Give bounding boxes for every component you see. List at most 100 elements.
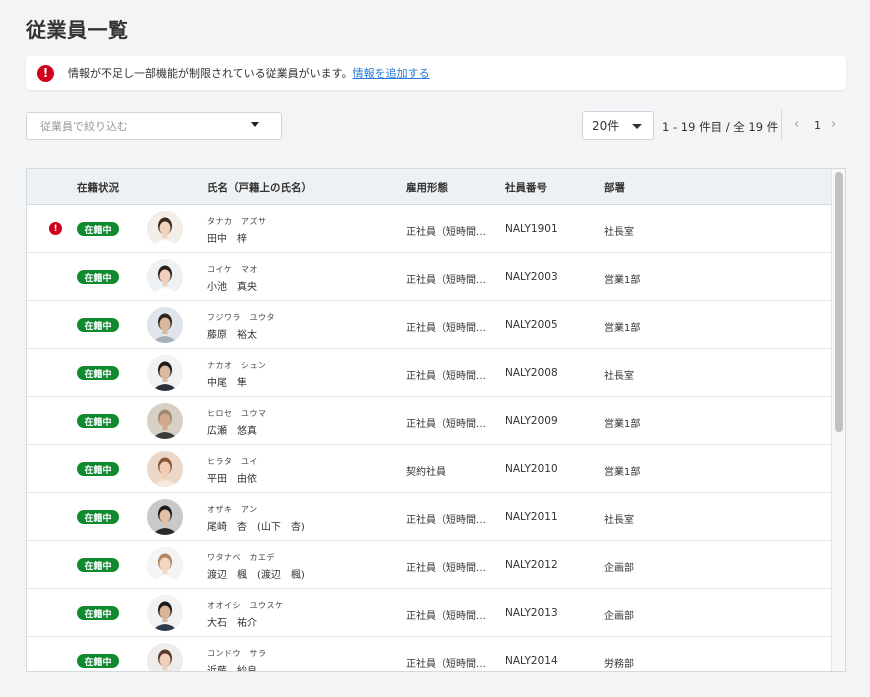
- table-row[interactable]: 在籍中 フジワラ ユウタ藤原 裕太 正社員（短時間… NALY2005 営業1部: [27, 301, 831, 349]
- result-range: 1 - 19 件目 / 全 19 件: [662, 120, 779, 134]
- prev-page-icon[interactable]: ‹: [794, 117, 799, 132]
- employee-name[interactable]: 小池 真央: [207, 278, 257, 293]
- name-kana: コンドウ サラ: [207, 649, 267, 658]
- name-kana: オザキ アン: [207, 505, 258, 514]
- employee-name[interactable]: 中尾 隼: [207, 374, 247, 389]
- department: 営業1部: [604, 275, 641, 286]
- next-page-icon[interactable]: ›: [831, 117, 836, 132]
- table-row[interactable]: 在籍中 ヒラタ ユイ 平田 由依 契約社員 NALY2010 営業1部: [27, 445, 831, 493]
- employee-name[interactable]: 大石 祐介: [207, 614, 257, 629]
- employee-table: 在籍状況 氏名（戸籍上の氏名） 雇用形態 社員番号 部署 ! 在籍中 タナカ アズ…: [26, 168, 846, 672]
- name-kana: ヒラタ ユイ: [207, 457, 258, 466]
- avatar[interactable]: [147, 259, 183, 295]
- status-badge: 在籍中: [77, 222, 119, 236]
- avatar[interactable]: [147, 403, 183, 439]
- page-title: 従業員一覧: [26, 18, 129, 42]
- department: 社長室: [604, 515, 634, 526]
- employee-number: NALY2014: [505, 655, 558, 667]
- alert-icon: !: [49, 222, 62, 235]
- table-header: 在籍状況 氏名（戸籍上の氏名） 雇用形態 社員番号 部署: [27, 169, 831, 205]
- employee-name[interactable]: 渡辺 楓 (渡辺 楓): [207, 566, 305, 581]
- table-row[interactable]: 在籍中 ワタナベ カエデ渡辺 楓 (渡辺 楓) 正社員（短時間… NALY2012 企…: [27, 541, 831, 589]
- department: 社長室: [604, 371, 634, 382]
- pager-divider: [781, 110, 782, 140]
- header-name[interactable]: 氏名（戸籍上の氏名）: [207, 180, 312, 195]
- department: 企画部: [604, 611, 634, 622]
- employee-name[interactable]: 近藤 紗良: [207, 662, 257, 671]
- scrollbar-thumb[interactable]: [835, 172, 843, 432]
- current-page[interactable]: 1: [814, 119, 821, 132]
- employment-type: 正社員（短時間…: [406, 659, 486, 670]
- name-kana: タナカ アズサ: [207, 217, 267, 226]
- employment-type: 正社員（短時間…: [406, 371, 486, 382]
- employment-type: 正社員（短時間…: [406, 515, 486, 526]
- header-employment-type[interactable]: 雇用形態: [406, 180, 448, 195]
- employee-name[interactable]: 平田 由依: [207, 470, 257, 485]
- employment-type: 正社員（短時間…: [406, 419, 486, 430]
- table-row[interactable]: ! 在籍中 タナカ アズサ 田中 梓 正社員（短時間… NALY1901 社長室: [27, 205, 831, 253]
- department: 労務部: [604, 659, 634, 670]
- employee-number: NALY2011: [505, 511, 558, 523]
- employee-number: NALY2008: [505, 367, 558, 379]
- employee-number: NALY2009: [505, 415, 558, 427]
- add-info-link[interactable]: 情報を追加する: [353, 65, 430, 81]
- table-row[interactable]: 在籍中 ヒロセ ユウマ広瀬 悠真 正社員（短時間… NALY2009 営業1部: [27, 397, 831, 445]
- avatar[interactable]: [147, 355, 183, 391]
- dropdown-caret-icon: [632, 124, 642, 129]
- table-row[interactable]: 在籍中 ナカオ シュン中尾 隼 正社員（短時間… NALY2008 社長室: [27, 349, 831, 397]
- name-kana: ナカオ シュン: [207, 361, 267, 370]
- dropdown-caret-icon: [251, 122, 259, 127]
- department: 営業1部: [604, 419, 641, 430]
- employee-name[interactable]: 田中 梓: [207, 230, 247, 245]
- scrollbar[interactable]: [831, 169, 845, 671]
- employment-type: 正社員（短時間…: [406, 323, 486, 334]
- header-status[interactable]: 在籍状況: [77, 180, 119, 195]
- department: 営業1部: [604, 323, 641, 334]
- employee-name[interactable]: 広瀬 悠真: [207, 422, 257, 437]
- employee-number: NALY2012: [505, 559, 558, 571]
- per-page-value: 20件: [592, 119, 620, 133]
- table-row[interactable]: 在籍中 コイケ マオ 小池 真央 正社員（短時間… NALY2003 営業1部: [27, 253, 831, 301]
- employee-name[interactable]: 藤原 裕太: [207, 326, 257, 341]
- avatar[interactable]: [147, 211, 183, 247]
- name-kana: ヒロセ ユウマ: [207, 409, 267, 418]
- employee-number: NALY1901: [505, 223, 558, 235]
- employment-type: 正社員（短時間…: [406, 275, 486, 286]
- employee-name[interactable]: 尾崎 杏 (山下 杏): [207, 518, 305, 533]
- employee-filter-select[interactable]: 従業員で絞り込む: [26, 112, 282, 140]
- status-badge: 在籍中: [77, 654, 119, 668]
- status-badge: 在籍中: [77, 318, 119, 332]
- name-kana: ワタナベ カエデ: [207, 553, 275, 562]
- status-badge: 在籍中: [77, 510, 119, 524]
- header-employee-number[interactable]: 社員番号: [505, 180, 547, 195]
- status-badge: 在籍中: [77, 558, 119, 572]
- table-row[interactable]: 在籍中 コンドウ サラ 近藤 紗良 正社員（短時間… NALY2014 労務部: [27, 637, 831, 671]
- employment-type: 正社員（短時間…: [406, 563, 486, 574]
- employee-number: NALY2010: [505, 463, 558, 475]
- status-badge: 在籍中: [77, 414, 119, 428]
- department: 企画部: [604, 563, 634, 574]
- employment-type: 契約社員: [406, 467, 446, 478]
- filter-placeholder: 従業員で絞り込む: [40, 120, 128, 133]
- header-department[interactable]: 部署: [604, 180, 625, 195]
- name-kana: フジワラ ユウタ: [207, 313, 275, 322]
- avatar[interactable]: [147, 499, 183, 535]
- name-kana: オオイシ ユウスケ: [207, 601, 284, 610]
- employee-number: NALY2003: [505, 271, 558, 283]
- status-badge: 在籍中: [77, 366, 119, 380]
- table-row[interactable]: 在籍中 オザキ アン尾崎 杏 (山下 杏) 正社員（短時間… NALY2011 社長室: [27, 493, 831, 541]
- avatar[interactable]: [147, 595, 183, 631]
- per-page-select[interactable]: 20件: [582, 111, 654, 140]
- avatar[interactable]: [147, 307, 183, 343]
- avatar[interactable]: [147, 451, 183, 487]
- table-row[interactable]: 在籍中 オオイシ ユウスケ 大石 祐介 正社員（短時間… NALY2013 企画部: [27, 589, 831, 637]
- department: 営業1部: [604, 467, 641, 478]
- employment-type: 正社員（短時間…: [406, 227, 486, 238]
- warning-message: 情報が不足し一部機能が制限されている従業員がいます。: [68, 67, 353, 80]
- name-kana: コイケ マオ: [207, 265, 258, 274]
- avatar[interactable]: [147, 547, 183, 583]
- employee-number: NALY2005: [505, 319, 558, 331]
- employment-type: 正社員（短時間…: [406, 611, 486, 622]
- avatar[interactable]: [147, 643, 183, 671]
- warning-banner: ! 情報が不足し一部機能が制限されている従業員がいます。 情報を追加する: [26, 56, 846, 90]
